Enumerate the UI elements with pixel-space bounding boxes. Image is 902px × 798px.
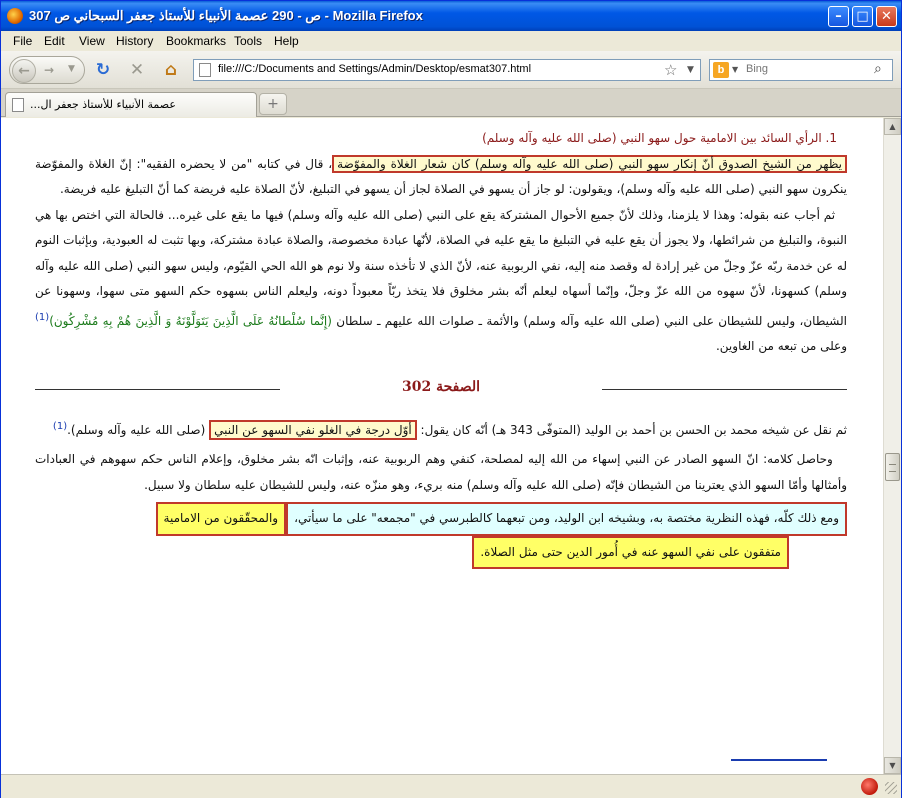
- window-title: 307 ص - 290 عصمة الأنبياء للأستاذ جعفر ا…: [29, 8, 423, 23]
- paragraph-5: ومع ذلك كلّه، فهذه النظرية مختصة به، وبش…: [35, 502, 847, 569]
- footnote-link[interactable]: (1): [35, 312, 49, 323]
- paragraph-4-text: وحاصل كلامه: انّ السهو الصادر عن النبي إ…: [35, 452, 847, 492]
- history-dropdown-icon[interactable]: ▼: [68, 64, 75, 74]
- menu-bar: File Edit View History Bookmarks Tools H…: [1, 31, 901, 51]
- browser-window: 307 ص - 290 عصمة الأنبياء للأستاذ جعفر ا…: [0, 0, 902, 798]
- highlight-yellow-consensus: متفقون على نفي السهو عنه في أُمور الدين …: [472, 535, 789, 569]
- url-text[interactable]: file:///C:/Documents and Settings/Admin/…: [218, 63, 531, 75]
- maximize-button[interactable]: □: [852, 6, 873, 27]
- scroll-down-icon[interactable]: ▼: [884, 757, 901, 774]
- tab-esmat[interactable]: ...عصمة الأنبياء للأستاذ جعفر ال: [5, 92, 257, 117]
- url-bar[interactable]: file:///C:/Documents and Settings/Admin/…: [193, 59, 701, 81]
- tab-page-icon: [12, 98, 24, 112]
- paragraph-2-end: وعلى من تبعه من الغاوين.: [715, 339, 847, 353]
- paragraph-4: وحاصل كلامه: انّ السهو الصادر عن النبي إ…: [35, 447, 847, 498]
- stop-icon[interactable]: ✕: [127, 60, 147, 80]
- engine-dropdown-icon[interactable]: ▼: [732, 65, 738, 74]
- back-forward-group: ← → ▼: [9, 56, 85, 84]
- firefox-icon: [7, 8, 23, 24]
- minimize-button[interactable]: –: [828, 6, 849, 27]
- scroll-thumb[interactable]: [885, 453, 900, 481]
- menu-edit[interactable]: Edit: [44, 34, 65, 48]
- magnifier-icon[interactable]: ⌕: [874, 61, 882, 77]
- bing-engine-icon[interactable]: b: [713, 62, 729, 78]
- document-body: 1. الرأي السائد بين الامامية حول سهو الن…: [35, 126, 848, 569]
- page-content[interactable]: 1. الرأي السائد بين الامامية حول سهو الن…: [1, 118, 883, 774]
- menu-tools[interactable]: Tools: [234, 34, 262, 48]
- highlight-ghuluw: أوّل درجة في الغلو نفي السهو عن النبي: [209, 419, 417, 440]
- page-number-label: الصفحة 302: [401, 378, 481, 395]
- paragraph-1: يظهر من الشيخ الصدوق أنّ إنكار سهو النبي…: [35, 152, 848, 203]
- page-icon: [199, 63, 211, 77]
- title-bar[interactable]: 307 ص - 290 عصمة الأنبياء للأستاذ جعفر ا…: [1, 1, 901, 31]
- page-divider: الصفحة 302: [35, 374, 847, 404]
- menu-view[interactable]: View: [79, 34, 105, 48]
- paragraph-3-post: (صلى الله عليه وآله وسلم).: [67, 422, 210, 437]
- quran-verse: (إِنَّما سُلْطانُهُ عَلَى الَّذِينَ يَتَ…: [49, 313, 332, 328]
- home-icon[interactable]: ⌂: [161, 60, 181, 80]
- bottom-link-line[interactable]: [731, 759, 827, 761]
- highlight-sadouq: يظهر من الشيخ الصدوق أنّ إنكار سهو النبي…: [332, 154, 848, 173]
- back-arrow-icon[interactable]: ←: [12, 59, 36, 83]
- menu-bookmarks[interactable]: Bookmarks: [166, 34, 226, 48]
- star-icon[interactable]: ☆: [664, 61, 677, 79]
- search-input[interactable]: [746, 63, 872, 75]
- paragraph-2: ثم أجاب عنه بقوله: وهذا لا يلزمنا، وذلك …: [35, 203, 847, 360]
- menu-help[interactable]: Help: [274, 34, 299, 48]
- scroll-up-icon[interactable]: ▲: [884, 118, 901, 135]
- menu-file[interactable]: File: [13, 34, 32, 48]
- search-bar[interactable]: b ▼ ⌕: [709, 59, 893, 81]
- status-bar: [1, 774, 901, 798]
- highlight-yellow-muhaqiqun: والمحقّقون من الامامية: [155, 502, 287, 536]
- close-button[interactable]: ✕: [876, 6, 897, 27]
- navigation-toolbar: ← → ▼ ↻ ✕ ⌂ file:///C:/Documents and Set…: [1, 51, 901, 89]
- resize-grip-icon[interactable]: [885, 782, 897, 794]
- paragraph-2-main: ثم أجاب عنه بقوله: وهذا لا يلزمنا، وذلك …: [35, 207, 847, 328]
- menu-history[interactable]: History: [116, 34, 153, 48]
- reload-icon[interactable]: ↻: [93, 60, 113, 80]
- vertical-scrollbar[interactable]: ▲ ▼: [883, 118, 901, 774]
- divider-line-left: [35, 388, 280, 390]
- paragraph-3-pre: ثم نقل عن شيخه محمد بن الحسن بن أحمد بن …: [416, 422, 847, 437]
- highlight-cyan: ومع ذلك كلّه، فهذه النظرية مختصة به، وبش…: [286, 502, 847, 536]
- tab-label: ...عصمة الأنبياء للأستاذ جعفر ال: [30, 98, 176, 111]
- plus-icon[interactable]: +: [259, 93, 287, 115]
- forward-arrow-icon[interactable]: →: [44, 63, 54, 77]
- paragraph-3: ثم نقل عن شيخه محمد بن الحسن بن أحمد بن …: [35, 414, 847, 444]
- section-heading: 1. الرأي السائد بين الامامية حول سهو الن…: [482, 131, 837, 145]
- url-dropdown-icon[interactable]: ▼: [687, 65, 694, 75]
- footnote-link[interactable]: (1): [53, 421, 67, 432]
- tab-strip: ...عصمة الأنبياء للأستاذ جعفر ال +: [1, 89, 901, 117]
- addon-status-icon[interactable]: [861, 778, 878, 795]
